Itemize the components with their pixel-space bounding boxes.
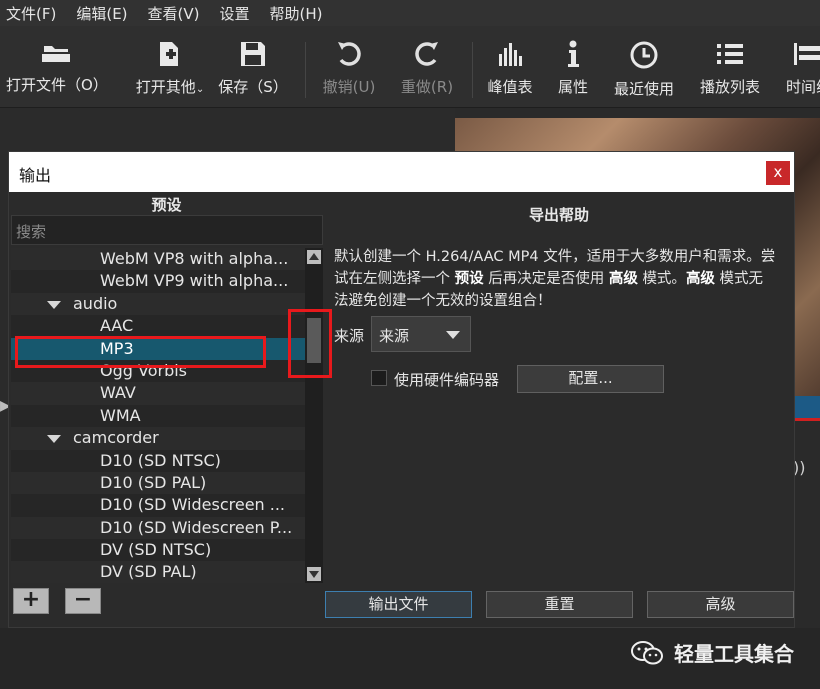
tree-item[interactable]: D10 (SD Widescreen P... [11, 516, 305, 540]
source-value: 来源 [379, 327, 410, 345]
peak-meter-label: 峰值表 [487, 78, 533, 96]
configure-button[interactable]: 配置... [517, 365, 664, 393]
tree-item[interactable]: D10 (SD Widescreen ... [11, 494, 305, 516]
playlist-icon [717, 44, 743, 64]
help-title: 导出帮助 [528, 206, 589, 224]
export-dialog: 输出 x 预设 搜索 WebM VP8 with alpha... WebM V… [8, 151, 795, 628]
tree-item[interactable]: WAV [11, 382, 305, 405]
undo-button[interactable]: 撤销(U) [320, 34, 378, 102]
menu-file[interactable]: 文件(F) [0, 3, 56, 24]
remove-preset-button[interactable]: − [65, 588, 101, 614]
chevron-down-icon [446, 331, 460, 339]
dialog-title: 输出 [9, 152, 794, 192]
recent-label: 最近使用 [613, 80, 674, 98]
recent-button[interactable]: 最近使用 [612, 34, 676, 102]
tree-item[interactable]: DV (SD NTSC) [11, 539, 305, 561]
redo-button[interactable]: 重做(R) [398, 34, 456, 102]
tree-item[interactable]: WMA [11, 405, 305, 427]
open-other-icon [160, 42, 178, 66]
timeline-label: 时间线 [786, 78, 820, 96]
help-line: 法避免创建一个无效的设置组合！ [334, 293, 552, 309]
tree-item[interactable]: WebM VP8 with alpha... [11, 248, 305, 271]
menu-settings[interactable]: 设置 [214, 3, 250, 24]
open-other-label: 打开其他 [135, 78, 196, 96]
close-button[interactable]: x [766, 161, 790, 185]
hw-encoder-checkbox[interactable] [371, 370, 387, 386]
advanced-button[interactable]: 高级 [647, 591, 794, 618]
tree-item[interactable]: WebM VP9 with alpha... [11, 270, 305, 292]
open-other-button[interactable]: 打开其他⌄ [132, 34, 208, 102]
open-file-label: 打开文件（O） [6, 76, 108, 94]
reset-button[interactable]: 重置 [486, 591, 633, 618]
scroll-up-arrow-icon[interactable] [307, 250, 321, 264]
preset-search-input[interactable]: 搜索 [11, 215, 323, 245]
export-file-button[interactable]: 输出文件 [325, 591, 472, 618]
redo-label: 重做(R) [400, 78, 454, 96]
save-icon [241, 42, 265, 66]
tree-item[interactable]: AAC [11, 315, 305, 337]
menu-bar: 文件(F) 编辑(E) 查看(V) 设置 帮助(H) [0, 0, 820, 26]
save-label: 保存（S） [218, 78, 288, 96]
playhead-line [795, 418, 820, 421]
timeline-clip [795, 396, 820, 418]
watermark-text: 轻量工具集合 [674, 642, 794, 666]
presets-header: 预设 [151, 196, 182, 214]
tree-item[interactable]: DV (SD PAL) [11, 561, 305, 583]
open-file-button[interactable]: 打开文件（O） [6, 34, 108, 102]
menu-edit[interactable]: 编辑(E) [70, 3, 127, 24]
redo-icon [415, 42, 438, 66]
source-label: 来源 [334, 327, 365, 345]
undo-icon [338, 42, 361, 66]
peak-meter-icon [499, 43, 522, 66]
watermark: 轻量工具集合 [630, 638, 794, 667]
scroll-down-arrow-icon[interactable] [307, 567, 321, 581]
timeline-button[interactable]: 时间线 [786, 34, 820, 102]
tree-group-camcorder[interactable]: camcorder [11, 427, 305, 450]
peak-meter-button[interactable]: 峰值表 [486, 34, 534, 102]
add-preset-button[interactable]: + [13, 588, 49, 614]
properties-label: 属性 [557, 78, 588, 96]
help-line: 试在左侧选择一个 预设 后再决定是否使用 高级 模式。高级 模式无 [334, 271, 764, 287]
preset-tree[interactable]: WebM VP8 with alpha... WebM VP9 with alp… [11, 248, 305, 583]
folder-open-icon [42, 46, 70, 62]
hw-encoder-label: 使用硬件编码器 [394, 371, 500, 389]
clock-icon [630, 41, 658, 69]
wechat-icon [631, 640, 663, 664]
playlist-button[interactable]: 播放列表 [698, 34, 762, 102]
save-button[interactable]: 保存（S） [218, 34, 288, 102]
menu-help[interactable]: 帮助(H) [264, 3, 323, 24]
undo-label: 撤销(U) [322, 78, 376, 96]
tree-item[interactable]: D10 (SD PAL) [11, 471, 305, 495]
help-line: 默认创建一个 H.264/AAC MP4 文件，适用于大多数用户和需求。尝 [334, 249, 776, 265]
toolbar: 打开文件（O） 打开其他⌄ 保存（S） 撤销(U) 重做(R) 峰值表 属性 最… [0, 26, 820, 108]
tree-group-audio[interactable]: audio [11, 292, 305, 316]
timeline-icon [794, 43, 820, 65]
info-icon [568, 40, 579, 67]
tree-item[interactable]: D10 (SD NTSC) [11, 450, 305, 472]
expand-triangle-icon[interactable] [47, 300, 61, 309]
help-text: 默认创建一个 H.264/AAC MP4 文件，适用于大多数用户和需求。尝 试在… [334, 246, 784, 312]
highlight-box-mp3 [15, 336, 266, 368]
playlist-label: 播放列表 [699, 78, 760, 96]
expand-triangle-icon[interactable] [47, 435, 61, 444]
properties-button[interactable]: 属性 [556, 34, 590, 102]
source-dropdown[interactable]: 来源 [371, 316, 471, 352]
highlight-box-scrollbar [288, 309, 332, 378]
menu-view[interactable]: 查看(V) [142, 3, 200, 24]
tree-scrollbar[interactable] [305, 248, 323, 583]
